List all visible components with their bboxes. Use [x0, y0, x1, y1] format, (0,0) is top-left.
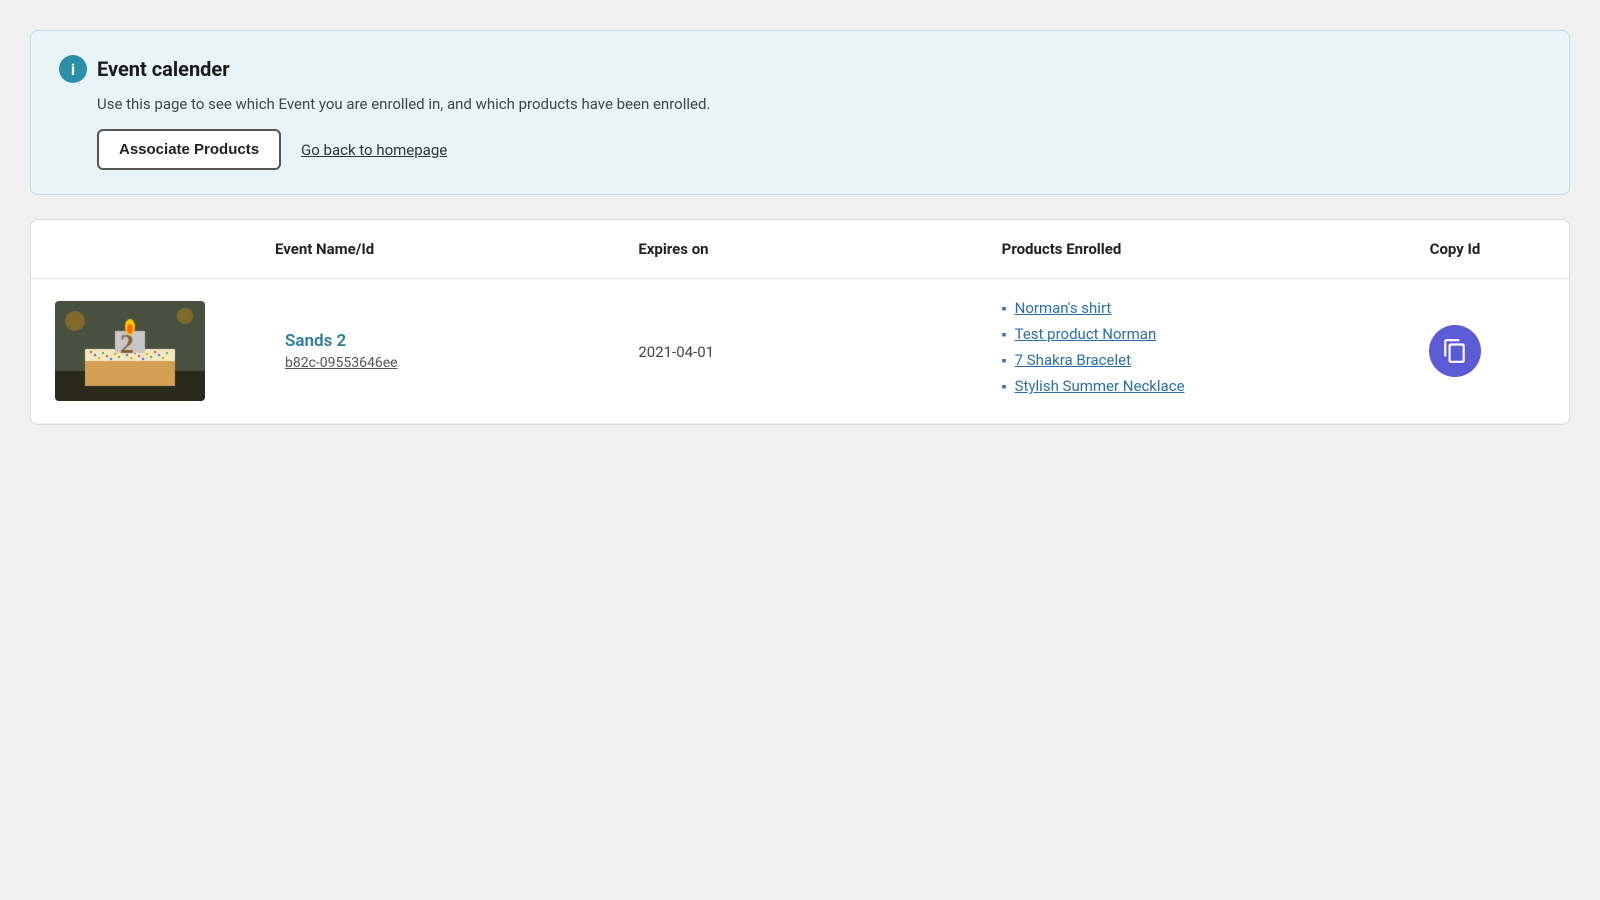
products-enrolled-cell: Norman's shirt Test product Norman 7 Sha… — [1002, 299, 1365, 403]
events-table: Event Name/Id Expires on Products Enroll… — [30, 219, 1570, 425]
event-id: b82c-09553646ee — [285, 355, 638, 371]
product-link-2[interactable]: Test product Norman — [1015, 325, 1157, 343]
event-image — [55, 301, 205, 401]
banner-header: i Event calender — [59, 55, 1541, 83]
copy-icon — [1442, 338, 1468, 364]
event-name-cell: Sands 2 b82c-09553646ee — [275, 331, 638, 371]
associate-products-button[interactable]: Associate Products — [97, 129, 281, 170]
header-expires-on: Expires on — [638, 240, 1001, 258]
go-back-link[interactable]: Go back to homepage — [301, 141, 447, 159]
banner-description: Use this page to see which Event you are… — [97, 95, 1541, 113]
product-link-3[interactable]: 7 Shakra Bracelet — [1015, 351, 1131, 369]
header-image-spacer — [55, 240, 275, 258]
banner-title: Event calender — [97, 57, 230, 81]
event-expires-cell: 2021-04-01 — [638, 342, 1001, 361]
info-icon: i — [59, 55, 87, 83]
event-image-canvas — [55, 301, 205, 401]
info-banner: i Event calender Use this page to see wh… — [30, 30, 1570, 195]
event-expires-date: 2021-04-01 — [638, 343, 714, 361]
list-item: 7 Shakra Bracelet — [1002, 351, 1365, 369]
table-header: Event Name/Id Expires on Products Enroll… — [31, 220, 1569, 279]
list-item: Stylish Summer Necklace — [1002, 377, 1365, 395]
event-name: Sands 2 — [285, 331, 638, 351]
table-row: Sands 2 b82c-09553646ee 2021-04-01 Norma… — [31, 279, 1569, 424]
products-list: Norman's shirt Test product Norman 7 Sha… — [1002, 299, 1365, 395]
list-item: Test product Norman — [1002, 325, 1365, 343]
header-copy-id: Copy Id — [1365, 240, 1545, 258]
event-image-cell — [55, 301, 275, 401]
product-link-1[interactable]: Norman's shirt — [1015, 299, 1112, 317]
copy-id-button[interactable] — [1429, 325, 1481, 377]
header-products-enrolled: Products Enrolled — [1002, 240, 1365, 258]
header-event-name: Event Name/Id — [275, 240, 638, 258]
banner-actions: Associate Products Go back to homepage — [97, 129, 1541, 170]
copy-id-cell — [1365, 325, 1545, 377]
list-item: Norman's shirt — [1002, 299, 1365, 317]
product-link-4[interactable]: Stylish Summer Necklace — [1015, 377, 1185, 395]
